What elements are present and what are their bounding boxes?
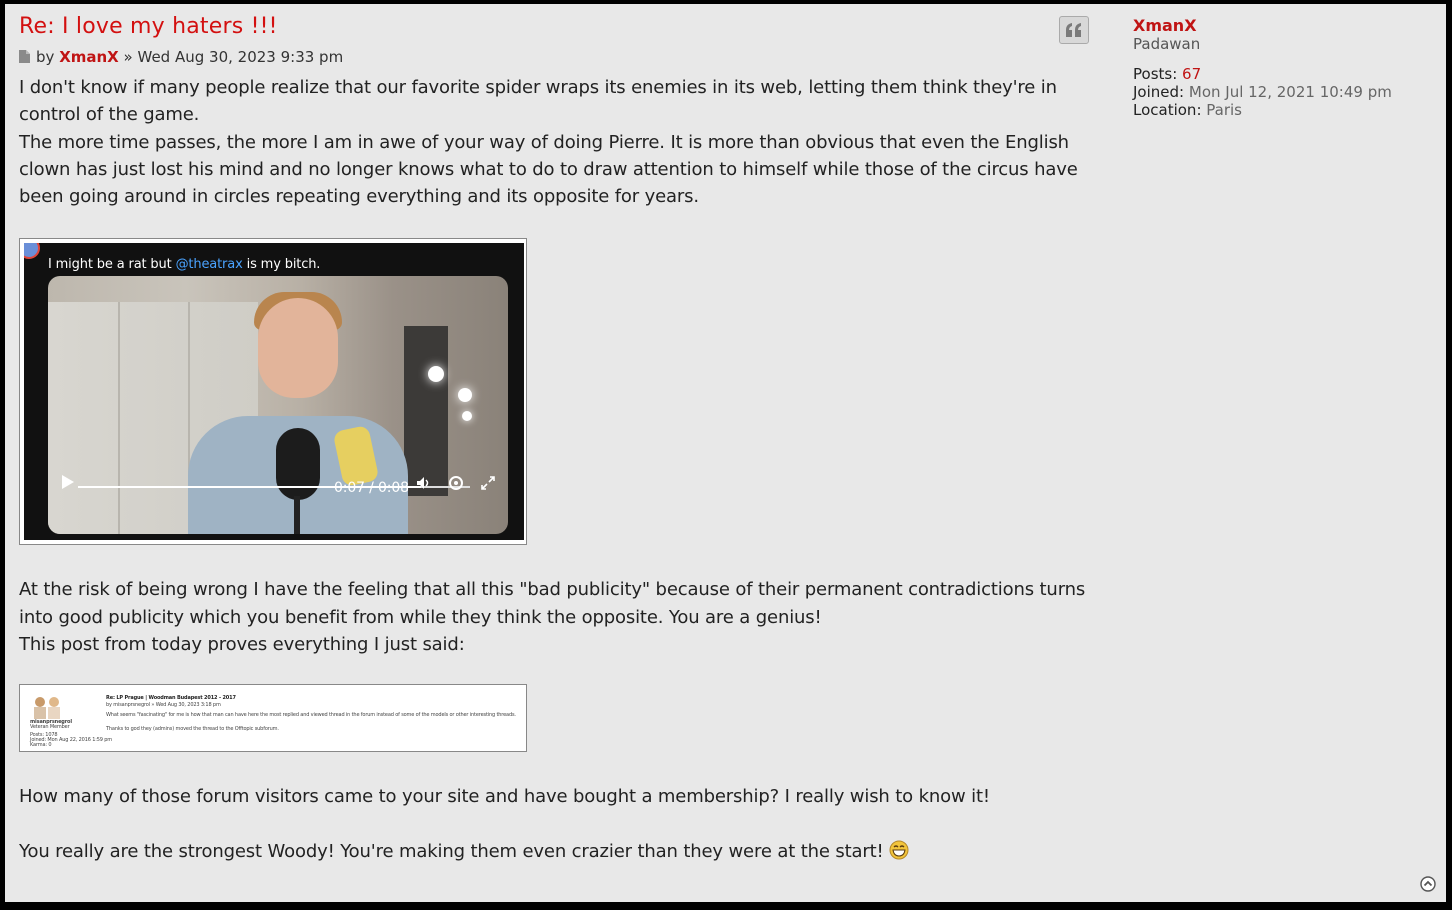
paragraph-line: been going around in circles repeating e…: [19, 186, 699, 208]
video-controls: 0:07 / 0:08: [48, 469, 508, 499]
profile-details: Posts: 67 Joined: Mon Jul 12, 2021 10:49…: [1133, 65, 1433, 119]
paragraph-line: clown has just lost his mind and no long…: [19, 158, 1078, 180]
profile-posts-row: Posts: 67: [1133, 65, 1202, 83]
play-icon[interactable]: [62, 475, 74, 490]
paragraph-line: The more time passes, the more I am in a…: [19, 131, 1069, 153]
quote-button[interactable]: [1059, 16, 1089, 44]
paragraph-line: into good publicity which you benefit fr…: [19, 606, 822, 628]
screenshot-stat: Karma: 0: [30, 742, 52, 749]
embedded-video[interactable]: I might be a rat but @theatrax is my bit…: [19, 238, 527, 546]
author-profile: XmanX Padawan Posts: 67 Joined: Mon Jul …: [1133, 17, 1433, 120]
paragraph-line: How many of those forum visitors came to…: [19, 786, 990, 808]
paragraph-line: I don't know if many people realize that…: [19, 77, 1057, 98]
mention-link[interactable]: @theatrax: [176, 257, 243, 272]
screenshot-avatar: [34, 697, 60, 720]
paragraph-line: At the risk of being wrong I have the fe…: [19, 579, 1086, 601]
screenshot-body: Thanks to god they (admins) moved the th…: [106, 726, 279, 733]
paragraph-line: This post from today proves everything I…: [19, 634, 465, 656]
tweet-caption: I might be a rat but @theatrax is my bit…: [48, 257, 321, 273]
author-link[interactable]: XmanX: [59, 48, 119, 66]
post-title[interactable]: Re: I love my haters !!!: [19, 14, 1089, 40]
screenshot-title: Re: LP Prague | Woodman Budapest 2012 - …: [106, 695, 236, 702]
forum-post: Re: I love my haters !!! by XmanX » Wed …: [5, 4, 1446, 902]
profile-username[interactable]: XmanX: [1133, 17, 1433, 35]
video-time: 0:07 / 0:08: [334, 480, 409, 497]
post-content: I don't know if many people realize that…: [19, 74, 1089, 865]
profile-joined-row: Joined: Mon Jul 12, 2021 10:49 pm: [1133, 83, 1392, 101]
post-body: Re: I love my haters !!! by XmanX » Wed …: [19, 14, 1089, 865]
post-author-line: by XmanX » Wed Aug 30, 2023 9:33 pm: [19, 46, 1089, 68]
profile-posts-link[interactable]: 67: [1182, 65, 1201, 83]
profile-rank: Padawan: [1133, 35, 1201, 53]
screenshot-byline: by misanprsnegrol » Wed Aug 30, 2023 3:1…: [106, 702, 221, 709]
arrow-up-circle-icon[interactable]: [1420, 876, 1436, 892]
settings-icon[interactable]: [448, 475, 464, 491]
fullscreen-icon[interactable]: [480, 475, 496, 491]
document-icon[interactable]: [19, 50, 30, 63]
volume-icon[interactable]: [416, 475, 432, 491]
screenshot-rank: Veteran Member: [30, 724, 70, 731]
post-datetime: Wed Aug 30, 2023 9:33 pm: [137, 48, 344, 66]
profile-location-row: Location: Paris: [1133, 101, 1242, 119]
tweet-avatar: [24, 243, 40, 260]
quote-icon: [1066, 23, 1081, 37]
embedded-screenshot[interactable]: misanprsnegrol Veteran Member Posts: 107…: [19, 684, 527, 753]
grinning-face-emoji: [889, 840, 909, 860]
video-player[interactable]: I might be a rat but @theatrax is my bit…: [24, 243, 524, 541]
paragraph-line: You really are the strongest Woody! You'…: [19, 838, 1089, 865]
separator: »: [123, 48, 133, 66]
by-label: by: [36, 48, 55, 66]
paragraph-line: control of the game.: [19, 104, 200, 126]
screenshot-body: What seems "fascinating" for me is how t…: [106, 712, 516, 719]
